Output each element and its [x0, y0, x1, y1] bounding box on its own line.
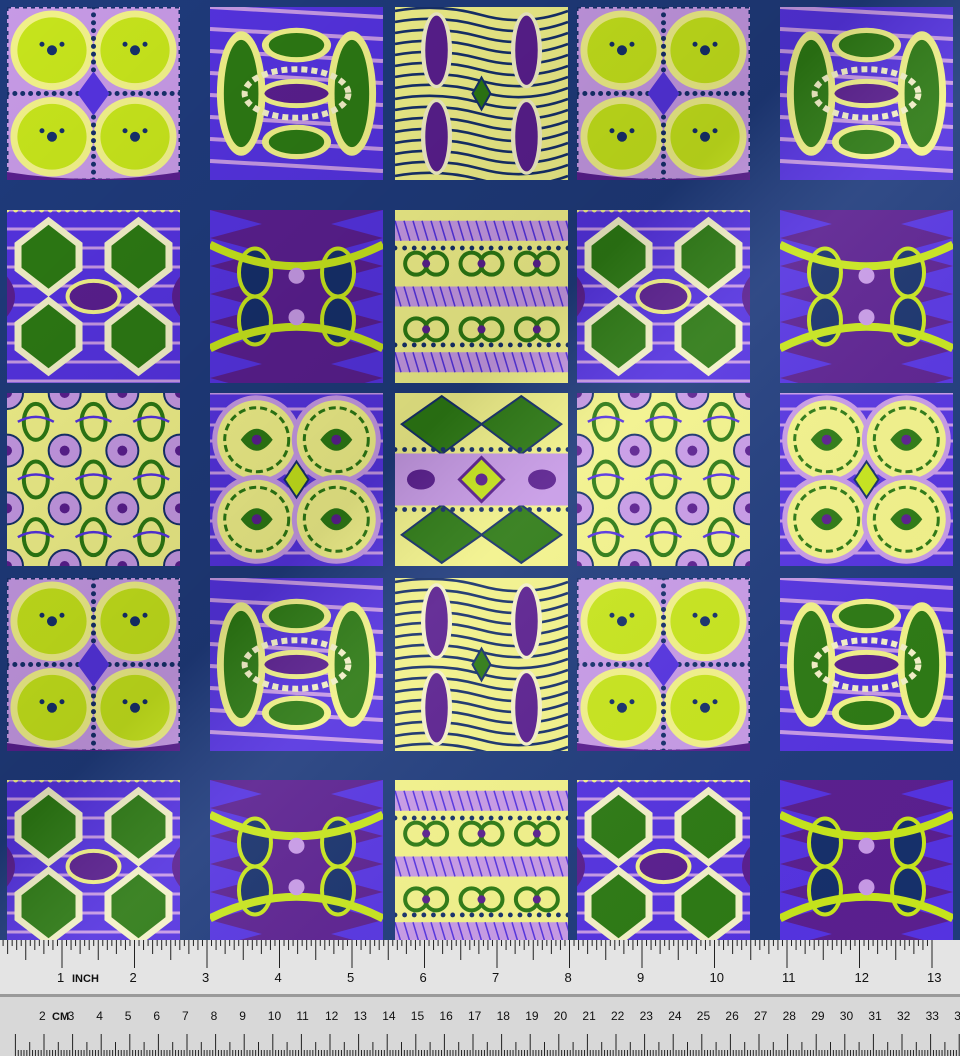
fabric-fold-shading — [0, 0, 960, 940]
cm-number: 2 — [39, 1009, 46, 1023]
cm-number: 5 — [125, 1009, 132, 1023]
cm-number: 9 — [239, 1009, 246, 1023]
inch-number: 4 — [275, 970, 282, 985]
inch-number: 12 — [855, 970, 869, 985]
cm-number: 12 — [325, 1009, 339, 1023]
cm-number: 7 — [182, 1009, 189, 1023]
measuring-ruler: 1 2 3 4 5 6 7 8 9 10 11 12 13 2 3 4 5 6 7 8 9 10 11 12 13 14 15 16… — [0, 940, 960, 1056]
cm-number: 25 — [697, 1009, 711, 1023]
inch-number: 3 — [202, 970, 209, 985]
inch-number: 9 — [637, 970, 644, 985]
cm-number: 21 — [582, 1009, 596, 1023]
cm-number: 26 — [725, 1009, 739, 1023]
cm-number: 6 — [153, 1009, 160, 1023]
inch-number: 11 — [782, 970, 796, 985]
cm-number: 16 — [439, 1009, 453, 1023]
inch-number: 5 — [347, 970, 354, 985]
cm-number: 13 — [354, 1009, 368, 1023]
cm-number: 19 — [525, 1009, 539, 1023]
cm-number: 31 — [868, 1009, 882, 1023]
inch-number: 6 — [420, 970, 427, 985]
cm-number: 18 — [497, 1009, 511, 1023]
cm-number: 11 — [296, 1009, 309, 1023]
cm-number: 32 — [897, 1009, 911, 1023]
inch-number: 7 — [492, 970, 499, 985]
cm-number: 22 — [611, 1009, 625, 1023]
cm-number: 20 — [554, 1009, 568, 1023]
cm-number: 8 — [211, 1009, 218, 1023]
cm-number: 23 — [640, 1009, 654, 1023]
cm-number: 33 — [926, 1009, 940, 1023]
cm-number: 3 — [954, 1009, 960, 1023]
inch-unit-label: INCH — [72, 973, 99, 985]
inch-number: 13 — [927, 970, 941, 985]
cm-number: 30 — [840, 1009, 854, 1023]
inch-number: 8 — [565, 970, 572, 985]
cm-number: 27 — [754, 1009, 768, 1023]
inch-number: 1 — [57, 970, 64, 985]
cm-number: 17 — [468, 1009, 482, 1023]
inch-number: 10 — [710, 970, 724, 985]
cm-number: 14 — [382, 1009, 396, 1023]
cm-number: 24 — [668, 1009, 682, 1023]
cm-number: 28 — [783, 1009, 797, 1023]
inch-number: 2 — [130, 970, 137, 985]
cm-unit-label: CM — [52, 1011, 69, 1023]
cm-number: 29 — [811, 1009, 825, 1023]
cm-number: 10 — [268, 1009, 282, 1023]
fabric-print — [0, 0, 960, 940]
cm-number: 4 — [96, 1009, 103, 1023]
cm-number: 15 — [411, 1009, 425, 1023]
